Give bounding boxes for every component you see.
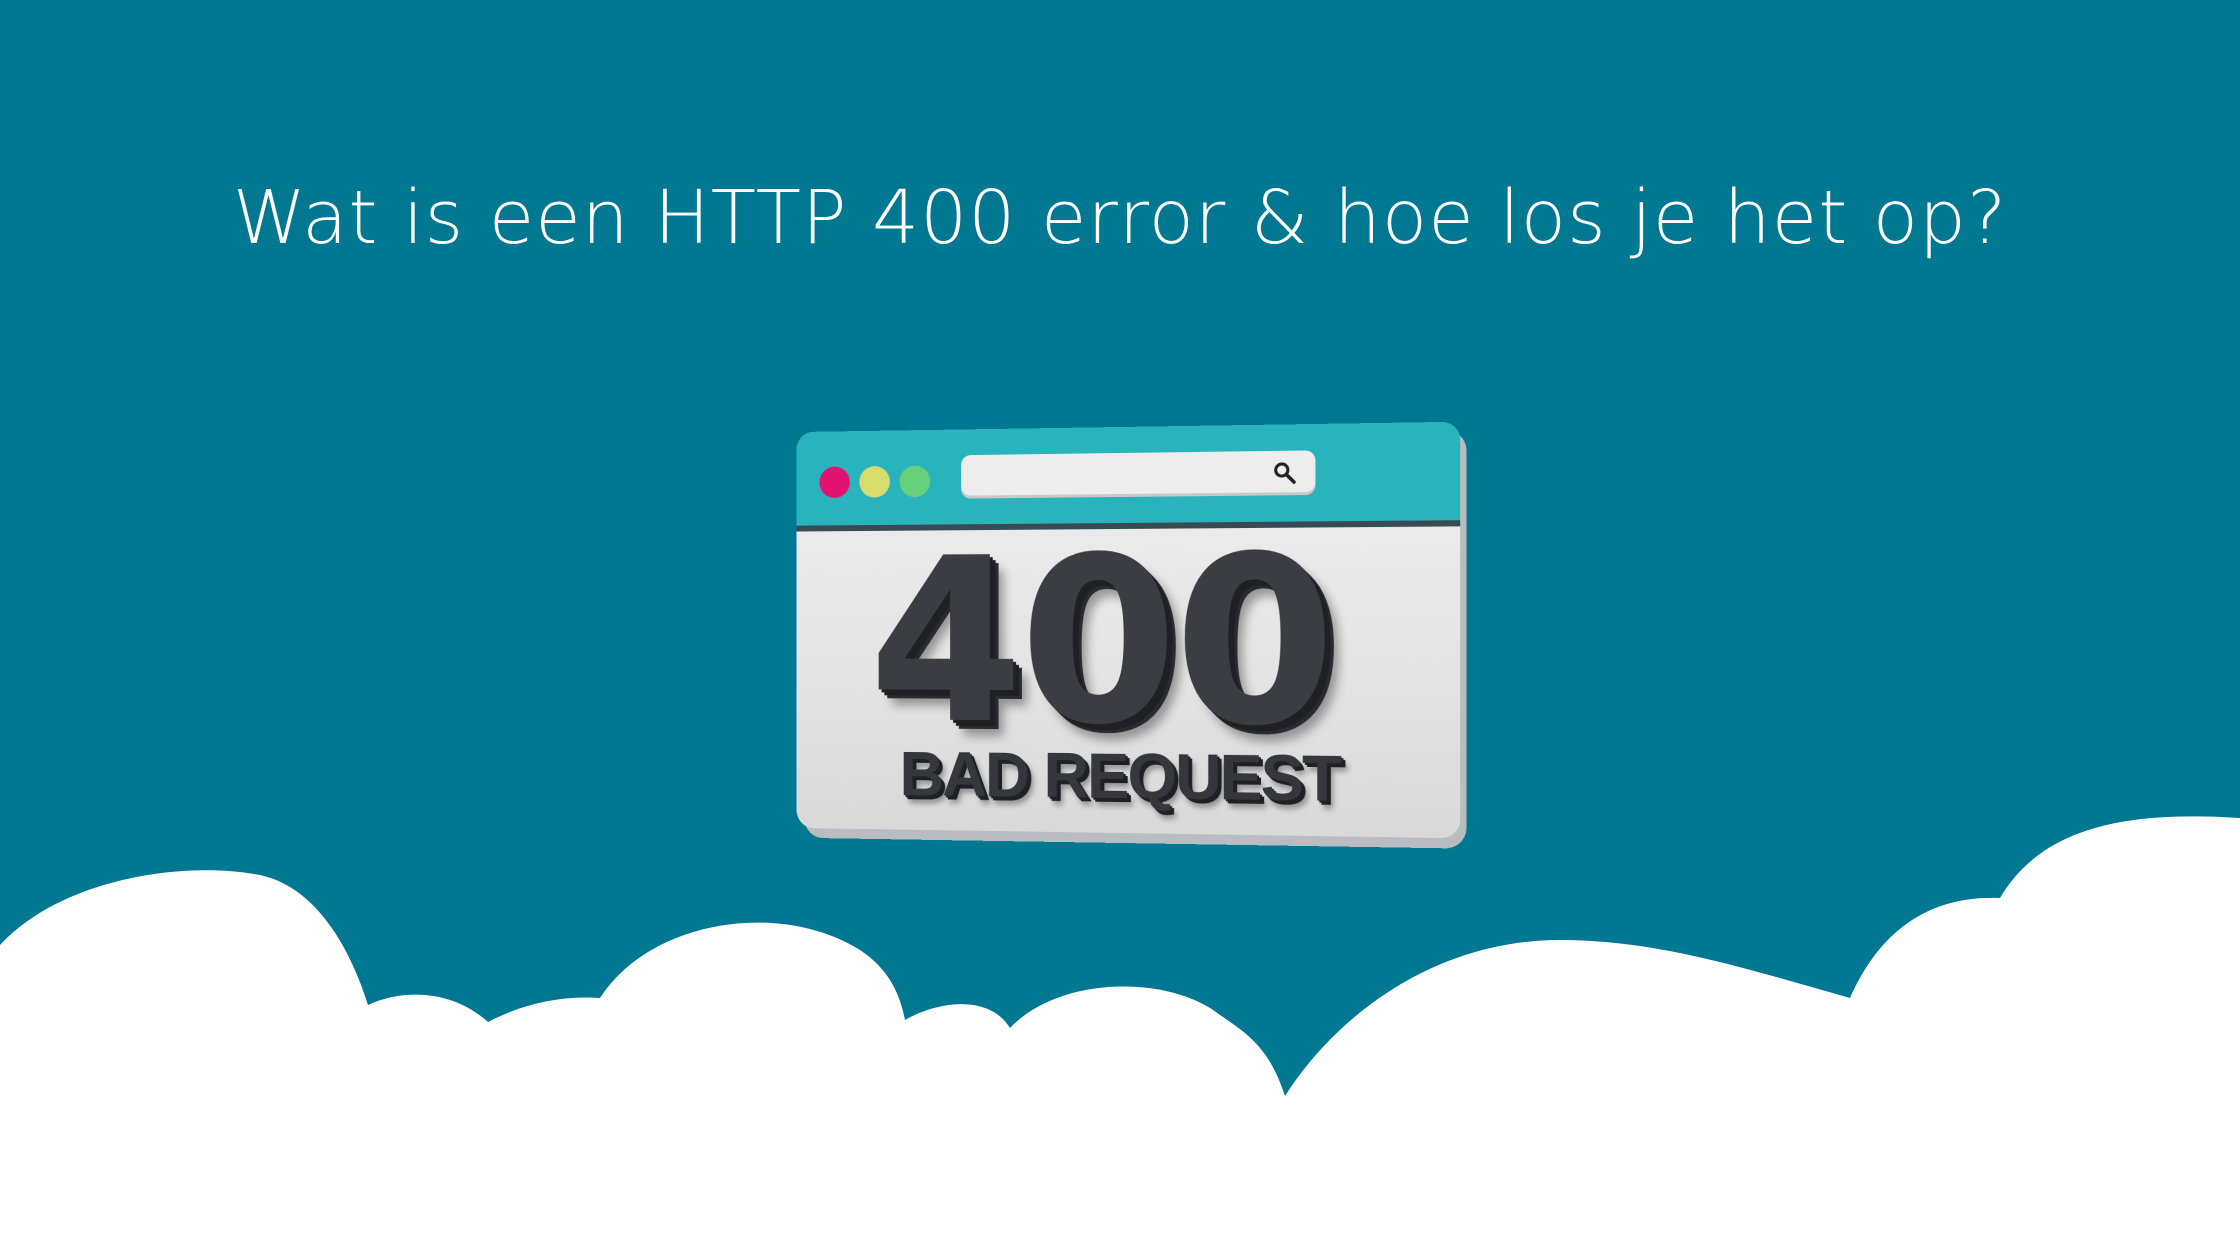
close-dot-icon [819, 466, 850, 499]
maximize-dot-icon [899, 465, 931, 498]
page-title: Wat is een HTTP 400 error & hoe los je h… [232, 175, 2008, 261]
error-code: 400 [868, 507, 1332, 779]
browser-window-illustration: 400 BAD REQUEST [796, 421, 1467, 849]
search-icon [1273, 461, 1297, 486]
browser-window-body: 400 BAD REQUEST [796, 421, 1461, 839]
clouds-decoration [0, 816, 2240, 1260]
address-bar [961, 450, 1316, 499]
minimize-dot-icon [859, 465, 890, 498]
